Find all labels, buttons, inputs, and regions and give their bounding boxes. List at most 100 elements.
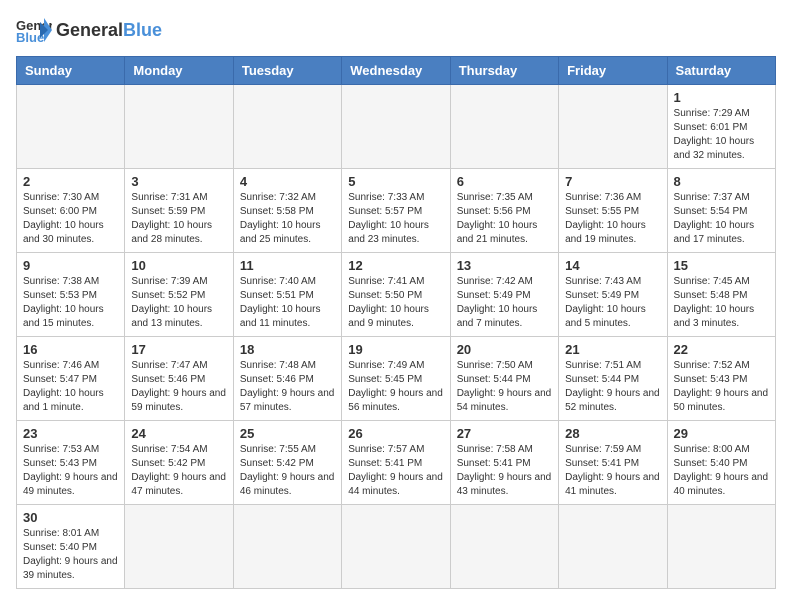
day-info: Sunrise: 7:38 AM Sunset: 5:53 PM Dayligh…: [23, 275, 118, 331]
calendar-cell: [125, 505, 233, 589]
day-number: 22: [674, 342, 769, 357]
day-number: 4: [240, 174, 335, 189]
calendar-cell: 5Sunrise: 7:33 AM Sunset: 5:57 PM Daylig…: [342, 169, 450, 253]
header: General Blue GeneralBlue: [16, 16, 776, 44]
day-number: 17: [131, 342, 226, 357]
calendar-cell: [233, 85, 341, 169]
calendar-cell: 13Sunrise: 7:42 AM Sunset: 5:49 PM Dayli…: [450, 253, 558, 337]
calendar-cell: [125, 85, 233, 169]
calendar-cell: 23Sunrise: 7:53 AM Sunset: 5:43 PM Dayli…: [17, 421, 125, 505]
weekday-header-saturday: Saturday: [667, 57, 775, 85]
day-number: 14: [565, 258, 660, 273]
calendar-cell: 30 Sunrise: 8:01 AM Sunset: 5:40 PM Dayli…: [17, 505, 125, 589]
day-number: 10: [131, 258, 226, 273]
logo-general-text: General: [56, 20, 123, 40]
day-number: 24: [131, 426, 226, 441]
day-info: Sunrise: 7:32 AM Sunset: 5:58 PM Dayligh…: [240, 191, 335, 247]
day-number: 3: [131, 174, 226, 189]
calendar-cell: 2Sunrise: 7:30 AM Sunset: 6:00 PM Daylig…: [17, 169, 125, 253]
calendar-cell: [233, 505, 341, 589]
weekday-header-tuesday: Tuesday: [233, 57, 341, 85]
day-number: 9: [23, 258, 118, 273]
calendar-cell: [342, 85, 450, 169]
calendar-cell: 17 Sunrise: 7:47 AM Sunset: 5:46 PM Dayli…: [125, 337, 233, 421]
day-info: Sunrise: 8:00 AM Sunset: 5:40 PM Dayligh…: [674, 443, 769, 499]
weekday-header-row: SundayMondayTuesdayWednesdayThursdayFrid…: [17, 57, 776, 85]
weekday-header-monday: Monday: [125, 57, 233, 85]
weekday-header-friday: Friday: [559, 57, 667, 85]
calendar-cell: 1 Sunrise: 7:29 AM Sunset: 6:01 PM Daylig…: [667, 85, 775, 169]
day-info: Sunrise: 7:48 AM Sunset: 5:46 PM Dayligh…: [240, 359, 335, 415]
day-info: Sunrise: 7:57 AM Sunset: 5:41 PM Dayligh…: [348, 443, 443, 499]
day-number: 11: [240, 258, 335, 273]
day-info: Sunrise: 7:31 AM Sunset: 5:59 PM Dayligh…: [131, 191, 226, 247]
calendar-cell: 29 Sunrise: 8:00 AM Sunset: 5:40 PM Dayli…: [667, 421, 775, 505]
day-number: 27: [457, 426, 552, 441]
weekday-header-thursday: Thursday: [450, 57, 558, 85]
day-info: Sunrise: 7:35 AM Sunset: 5:56 PM Dayligh…: [457, 191, 552, 247]
weekday-header-sunday: Sunday: [17, 57, 125, 85]
day-number: 16: [23, 342, 118, 357]
calendar-cell: 3 Sunrise: 7:31 AM Sunset: 5:59 PM Daylig…: [125, 169, 233, 253]
day-info: Sunrise: 7:29 AM Sunset: 6:01 PM Dayligh…: [674, 107, 769, 163]
week-row-4: 16 Sunrise: 7:46 AM Sunset: 5:47 PM Dayli…: [17, 337, 776, 421]
weekday-header-wednesday: Wednesday: [342, 57, 450, 85]
calendar-cell: 22 Sunrise: 7:52 AM Sunset: 5:43 PM Dayli…: [667, 337, 775, 421]
day-number: 15: [674, 258, 769, 273]
calendar-cell: 26 Sunrise: 7:57 AM Sunset: 5:41 PM Dayli…: [342, 421, 450, 505]
day-info: Sunrise: 7:40 AM Sunset: 5:51 PM Dayligh…: [240, 275, 335, 331]
day-number: 18: [240, 342, 335, 357]
day-info: Sunrise: 7:30 AM Sunset: 6:00 PM Dayligh…: [23, 191, 118, 247]
day-info: Sunrise: 7:47 AM Sunset: 5:46 PM Dayligh…: [131, 359, 226, 415]
day-info: Sunrise: 7:54 AM Sunset: 5:42 PM Dayligh…: [131, 443, 226, 499]
day-number: 20: [457, 342, 552, 357]
calendar-cell: 12Sunrise: 7:41 AM Sunset: 5:50 PM Dayli…: [342, 253, 450, 337]
week-row-6: 30 Sunrise: 8:01 AM Sunset: 5:40 PM Dayli…: [17, 505, 776, 589]
calendar-cell: 21Sunrise: 7:51 AM Sunset: 5:44 PM Dayli…: [559, 337, 667, 421]
calendar-cell: 6 Sunrise: 7:35 AM Sunset: 5:56 PM Daylig…: [450, 169, 558, 253]
calendar-cell: [559, 505, 667, 589]
calendar-table: SundayMondayTuesdayWednesdayThursdayFrid…: [16, 56, 776, 589]
day-info: Sunrise: 7:58 AM Sunset: 5:41 PM Dayligh…: [457, 443, 552, 499]
day-number: 7: [565, 174, 660, 189]
day-number: 28: [565, 426, 660, 441]
calendar-cell: 20 Sunrise: 7:50 AM Sunset: 5:44 PM Dayli…: [450, 337, 558, 421]
day-number: 29: [674, 426, 769, 441]
logo-blue-text: Blue: [123, 20, 162, 40]
day-info: Sunrise: 7:33 AM Sunset: 5:57 PM Dayligh…: [348, 191, 443, 247]
calendar-cell: 15 Sunrise: 7:45 AM Sunset: 5:48 PM Dayli…: [667, 253, 775, 337]
day-info: Sunrise: 7:55 AM Sunset: 5:42 PM Dayligh…: [240, 443, 335, 499]
logo-icon: General Blue: [16, 16, 52, 44]
week-row-3: 9 Sunrise: 7:38 AM Sunset: 5:53 PM Daylig…: [17, 253, 776, 337]
day-info: Sunrise: 7:50 AM Sunset: 5:44 PM Dayligh…: [457, 359, 552, 415]
calendar-cell: 25Sunrise: 7:55 AM Sunset: 5:42 PM Dayli…: [233, 421, 341, 505]
day-info: Sunrise: 7:46 AM Sunset: 5:47 PM Dayligh…: [23, 359, 118, 415]
day-number: 12: [348, 258, 443, 273]
day-info: Sunrise: 7:51 AM Sunset: 5:44 PM Dayligh…: [565, 359, 660, 415]
calendar-cell: 8Sunrise: 7:37 AM Sunset: 5:54 PM Daylig…: [667, 169, 775, 253]
svg-text:Blue: Blue: [16, 30, 44, 44]
calendar-cell: 9 Sunrise: 7:38 AM Sunset: 5:53 PM Daylig…: [17, 253, 125, 337]
day-number: 23: [23, 426, 118, 441]
day-info: Sunrise: 8:01 AM Sunset: 5:40 PM Dayligh…: [23, 527, 118, 583]
week-row-5: 23Sunrise: 7:53 AM Sunset: 5:43 PM Dayli…: [17, 421, 776, 505]
day-info: Sunrise: 7:42 AM Sunset: 5:49 PM Dayligh…: [457, 275, 552, 331]
calendar-cell: 14Sunrise: 7:43 AM Sunset: 5:49 PM Dayli…: [559, 253, 667, 337]
day-info: Sunrise: 7:59 AM Sunset: 5:41 PM Dayligh…: [565, 443, 660, 499]
calendar-cell: 10Sunrise: 7:39 AM Sunset: 5:52 PM Dayli…: [125, 253, 233, 337]
day-number: 26: [348, 426, 443, 441]
day-info: Sunrise: 7:52 AM Sunset: 5:43 PM Dayligh…: [674, 359, 769, 415]
day-number: 8: [674, 174, 769, 189]
calendar-cell: 27 Sunrise: 7:58 AM Sunset: 5:41 PM Dayli…: [450, 421, 558, 505]
day-number: 30: [23, 510, 118, 525]
day-number: 6: [457, 174, 552, 189]
calendar-cell: [667, 505, 775, 589]
calendar-cell: [450, 505, 558, 589]
day-number: 1: [674, 90, 769, 105]
calendar-cell: 16 Sunrise: 7:46 AM Sunset: 5:47 PM Dayli…: [17, 337, 125, 421]
calendar-cell: [450, 85, 558, 169]
day-info: Sunrise: 7:36 AM Sunset: 5:55 PM Dayligh…: [565, 191, 660, 247]
calendar-cell: 11 Sunrise: 7:40 AM Sunset: 5:51 PM Dayli…: [233, 253, 341, 337]
day-info: Sunrise: 7:45 AM Sunset: 5:48 PM Dayligh…: [674, 275, 769, 331]
calendar-cell: 24 Sunrise: 7:54 AM Sunset: 5:42 PM Dayli…: [125, 421, 233, 505]
